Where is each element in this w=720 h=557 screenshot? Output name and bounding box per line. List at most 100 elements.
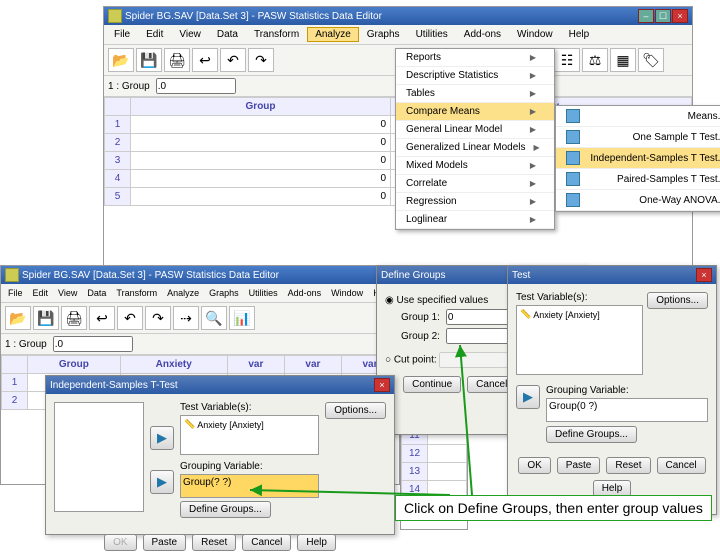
menu-add-ons[interactable]: Add-ons <box>456 27 509 42</box>
testvar-list[interactable]: 📏Anxiety [Anxiety] <box>180 415 319 455</box>
options-button[interactable]: Options... <box>325 402 386 419</box>
data-cell[interactable]: 0 <box>131 116 391 134</box>
save-icon[interactable]: 💾 <box>136 48 162 72</box>
find-icon[interactable]: 🔍 <box>201 306 227 330</box>
paste-button[interactable]: Paste <box>557 457 601 474</box>
menu-file[interactable]: File <box>106 27 138 42</box>
open-icon[interactable]: 📂 <box>5 306 31 330</box>
col-group[interactable]: Group <box>131 98 391 116</box>
menu-item-generalized-linear-models[interactable]: Generalized Linear Models▶ <box>396 139 554 157</box>
cases-icon[interactable]: ☷ <box>554 48 580 72</box>
menu-window[interactable]: Window <box>326 286 368 300</box>
menu-analyze[interactable]: Analyze <box>307 27 359 42</box>
submenu-item-one-sample-t-test-[interactable]: One Sample T Test... <box>556 127 720 148</box>
row-header[interactable]: 12 <box>402 445 428 463</box>
define-groups-button[interactable]: Define Groups... <box>180 501 271 518</box>
menu-graphs[interactable]: Graphs <box>204 286 244 300</box>
menu-view[interactable]: View <box>171 27 209 42</box>
menu-data[interactable]: Data <box>82 286 111 300</box>
open-icon[interactable]: 📂 <box>108 48 134 72</box>
reset-button[interactable]: Reset <box>606 457 650 474</box>
menu-transform[interactable]: Transform <box>246 27 307 42</box>
row-header[interactable]: 3 <box>105 152 131 170</box>
move-to-groupvar-button[interactable]: ▶ <box>516 385 540 409</box>
menu-utilities[interactable]: Utilities <box>244 286 283 300</box>
move-to-testvar-button[interactable]: ▶ <box>150 426 174 450</box>
menu-edit[interactable]: Edit <box>138 27 171 42</box>
cancel-button[interactable]: Cancel <box>657 457 706 474</box>
menu-analyze[interactable]: Analyze <box>162 286 204 300</box>
print-icon[interactable]: 🖨 <box>164 48 190 72</box>
col-var[interactable]: var <box>284 356 341 374</box>
source-vars-list[interactable] <box>54 402 144 512</box>
menu-view[interactable]: View <box>53 286 82 300</box>
row-header[interactable]: 2 <box>105 134 131 152</box>
menu-add-ons[interactable]: Add-ons <box>283 286 327 300</box>
submenu-item-independent-samples-t-test-[interactable]: Independent-Samples T Test... <box>556 148 720 169</box>
data-cell[interactable] <box>428 445 467 463</box>
menu-data[interactable]: Data <box>209 27 246 42</box>
data-cell[interactable]: 0 <box>131 152 391 170</box>
menu-graphs[interactable]: Graphs <box>359 27 408 42</box>
menu-help[interactable]: Help <box>561 27 598 42</box>
menu-item-correlate[interactable]: Correlate▶ <box>396 175 554 193</box>
group2-input[interactable] <box>446 328 516 344</box>
print-icon[interactable]: 🖨 <box>61 306 87 330</box>
move-to-groupvar-button[interactable]: ▶ <box>150 470 174 494</box>
close-button[interactable]: × <box>696 268 712 282</box>
save-icon[interactable]: 💾 <box>33 306 59 330</box>
chart-icon[interactable]: 📊 <box>229 306 255 330</box>
group1-input[interactable] <box>446 309 516 325</box>
recall-icon[interactable]: ↩ <box>89 306 115 330</box>
define-groups-button[interactable]: Define Groups... <box>546 426 637 443</box>
goto-icon[interactable]: ⇢ <box>173 306 199 330</box>
row-header[interactable]: 1 <box>2 374 28 392</box>
row-header[interactable]: 2 <box>2 392 28 410</box>
weight-icon[interactable]: ⚖ <box>582 48 608 72</box>
menu-file[interactable]: File <box>3 286 28 300</box>
submenu-item-one-way-anova-[interactable]: One-Way ANOVA... <box>556 190 720 211</box>
redo-icon[interactable]: ↷ <box>145 306 171 330</box>
menu-utilities[interactable]: Utilities <box>408 27 456 42</box>
row-header[interactable]: 1 <box>105 116 131 134</box>
row-header[interactable]: 5 <box>105 188 131 206</box>
data-cell[interactable]: 0 <box>131 188 391 206</box>
data-cell[interactable] <box>428 463 467 481</box>
menu-transform[interactable]: Transform <box>111 286 162 300</box>
col-anxiety[interactable]: Anxiety <box>120 356 227 374</box>
options-button[interactable]: Options... <box>647 292 708 309</box>
help-button[interactable]: Help <box>297 534 336 551</box>
maximize-button[interactable]: ☐ <box>655 9 671 23</box>
menu-window[interactable]: Window <box>509 27 561 42</box>
variables-icon[interactable]: ▦ <box>610 48 636 72</box>
row-header[interactable]: 4 <box>105 170 131 188</box>
submenu-item-means-[interactable]: Means... <box>556 106 720 127</box>
menu-item-descriptive-statistics[interactable]: Descriptive Statistics▶ <box>396 67 554 85</box>
row-header[interactable]: 13 <box>402 463 428 481</box>
col-group[interactable]: Group <box>28 356 121 374</box>
groupvar-field[interactable]: Group(? ?) <box>180 474 319 498</box>
undo-icon[interactable]: ↶ <box>117 306 143 330</box>
menu-edit[interactable]: Edit <box>28 286 54 300</box>
groupvar-field[interactable]: Group(0 ?) <box>546 398 708 422</box>
menu-item-reports[interactable]: Reports▶ <box>396 49 554 67</box>
value-labels-icon[interactable]: 🏷 <box>638 48 664 72</box>
paste-button[interactable]: Paste <box>143 534 187 551</box>
menu-item-general-linear-model[interactable]: General Linear Model▶ <box>396 121 554 139</box>
menu-item-loglinear[interactable]: Loglinear▶ <box>396 211 554 229</box>
minimize-button[interactable]: – <box>638 9 654 23</box>
reset-button[interactable]: Reset <box>192 534 236 551</box>
col-var[interactable]: var <box>227 356 284 374</box>
ok-button[interactable]: OK <box>518 457 550 474</box>
data-cell[interactable]: 0 <box>131 170 391 188</box>
menu-item-tables[interactable]: Tables▶ <box>396 85 554 103</box>
ok-button[interactable]: OK <box>104 534 136 551</box>
menu-item-mixed-models[interactable]: Mixed Models▶ <box>396 157 554 175</box>
cancel-button[interactable]: Cancel <box>242 534 291 551</box>
menu-item-compare-means[interactable]: Compare Means▶ <box>396 103 554 121</box>
redo-icon[interactable]: ↷ <box>248 48 274 72</box>
close-button[interactable]: × <box>672 9 688 23</box>
recall-icon[interactable]: ↩ <box>192 48 218 72</box>
menu-item-regression[interactable]: Regression▶ <box>396 193 554 211</box>
cell-value-input[interactable] <box>156 78 236 94</box>
